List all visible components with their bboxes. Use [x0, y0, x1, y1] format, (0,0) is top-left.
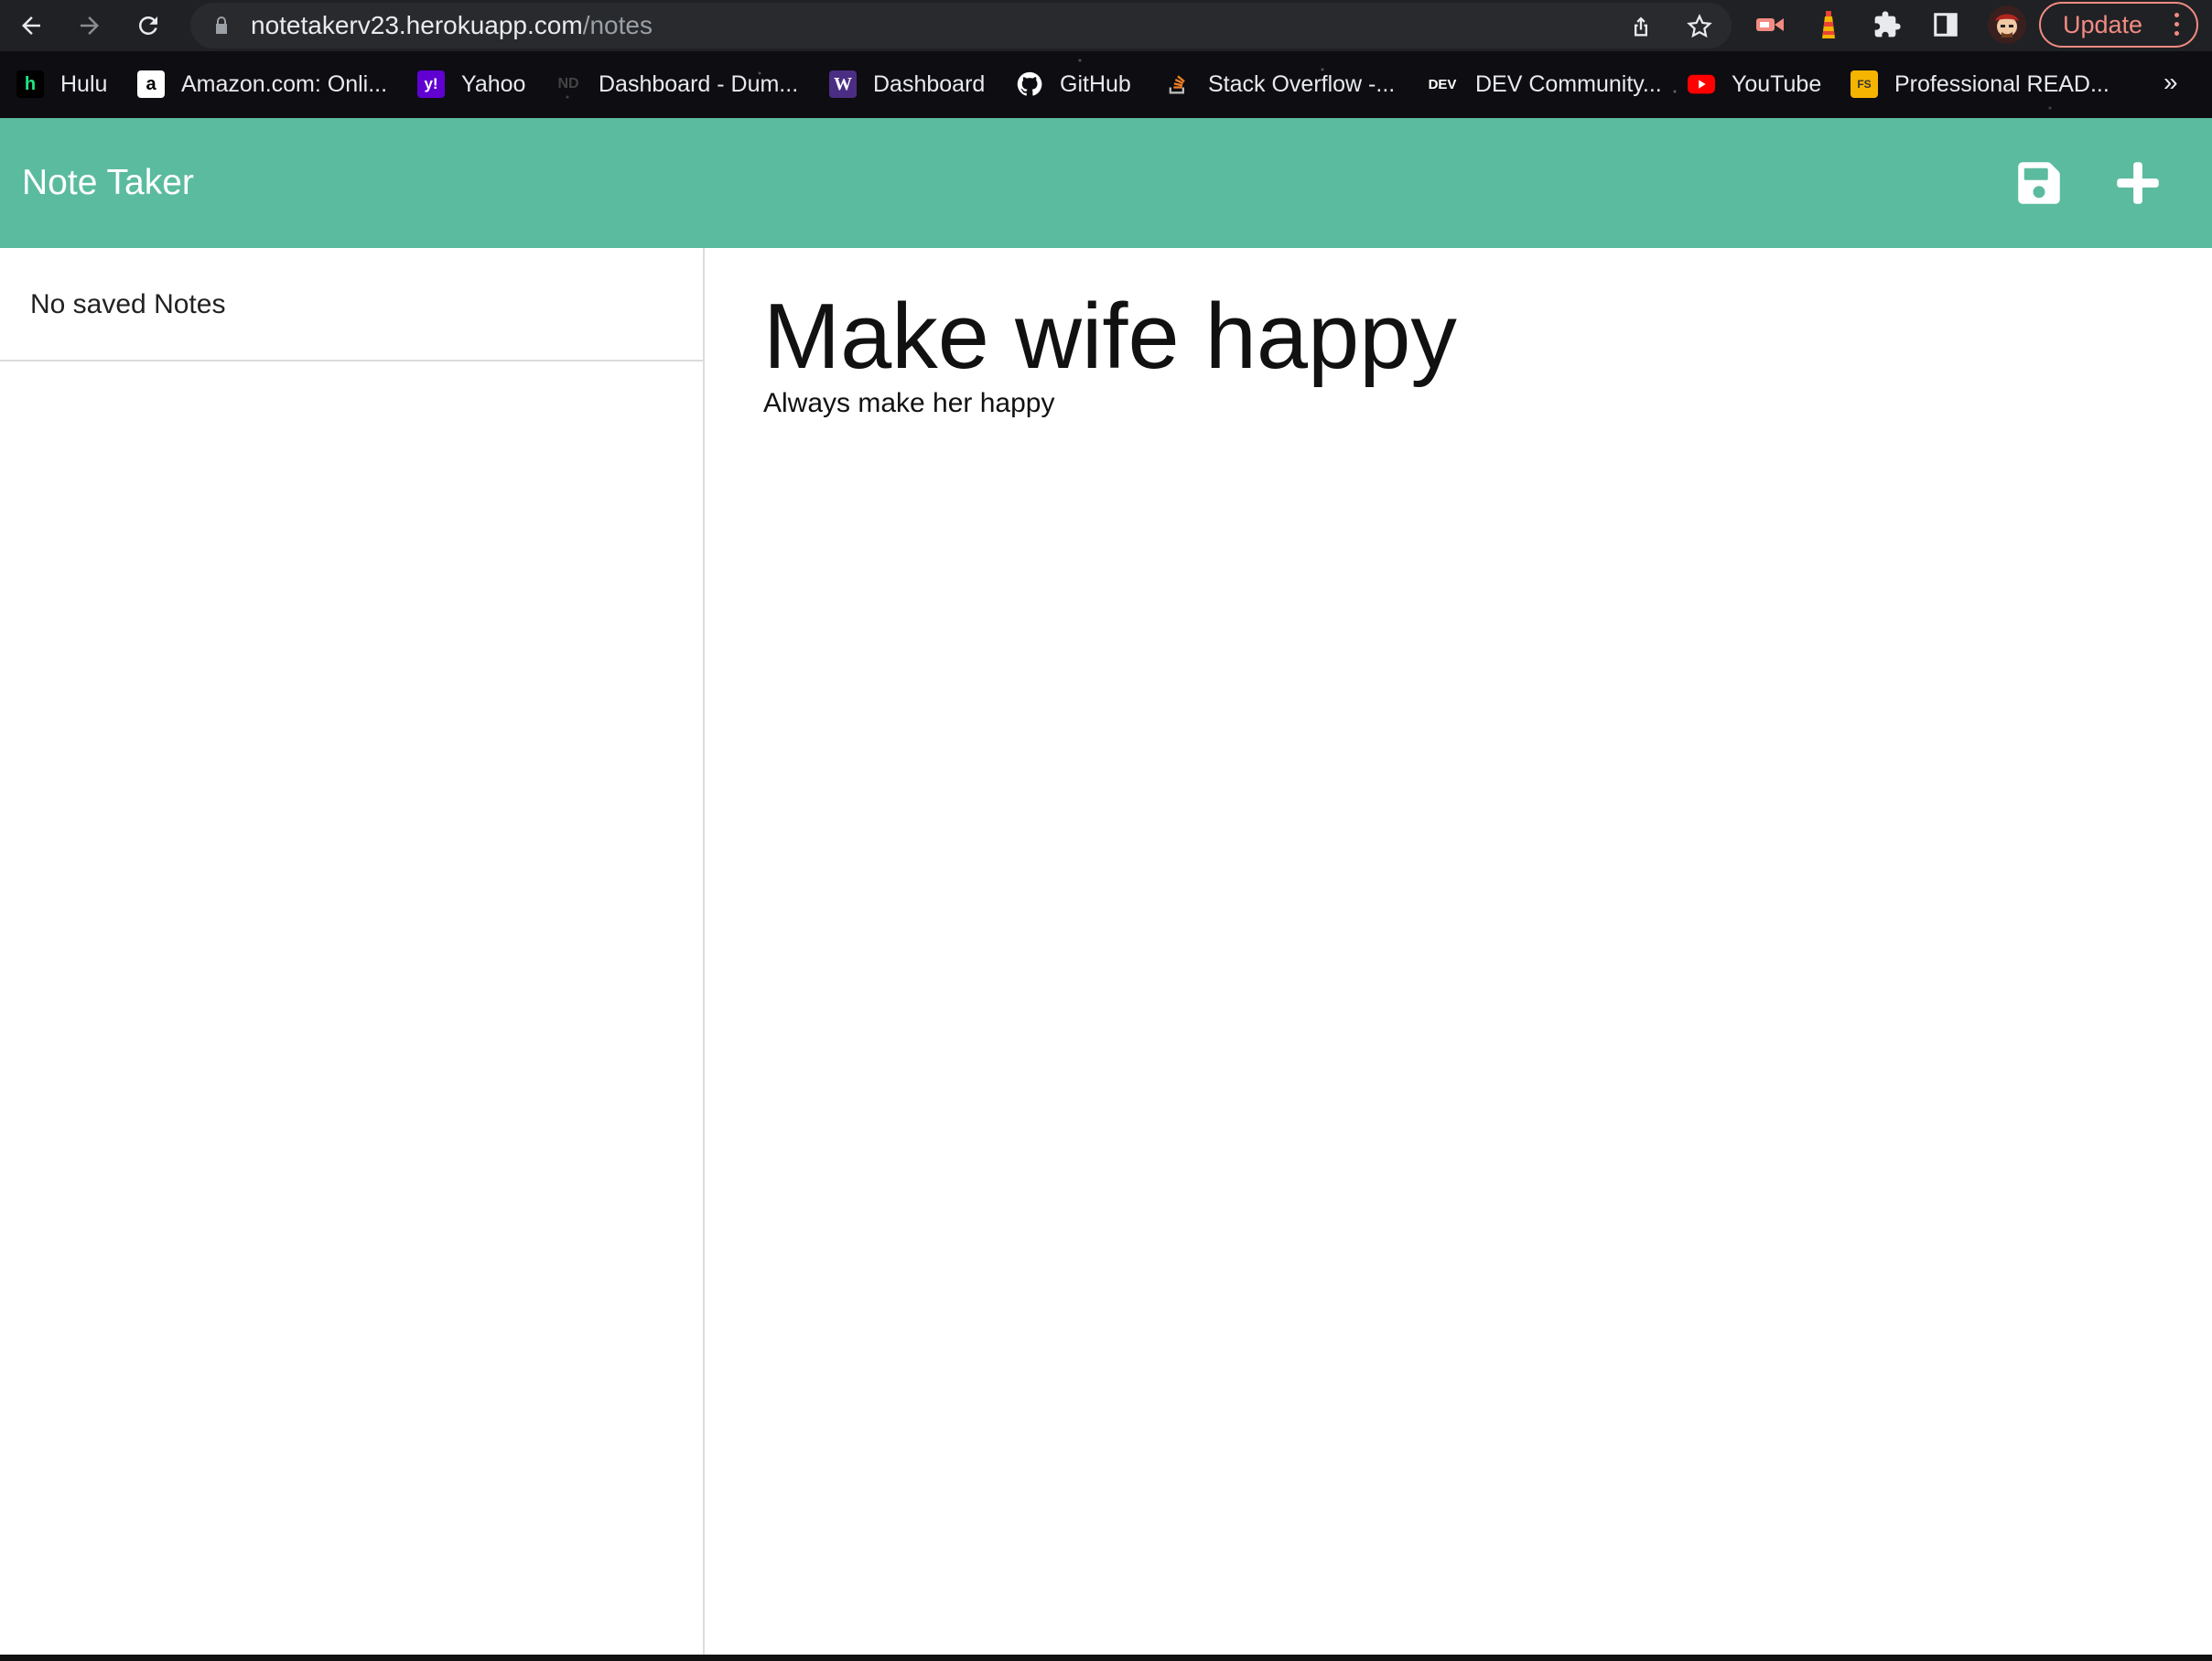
amazon-icon: a — [137, 70, 165, 98]
note-text-area[interactable]: Always make her happy — [763, 383, 2136, 750]
back-arrow-icon — [22, 16, 40, 35]
bookmark-label: Stack Overflow -... — [1208, 70, 1396, 97]
update-label: Update — [2063, 11, 2143, 38]
dev-icon: DEV — [1428, 76, 1457, 92]
yahoo-icon: y! — [417, 70, 445, 98]
nd-icon: ND — [557, 76, 579, 92]
bookmark-label: Professional READ... — [1894, 70, 2109, 97]
back-button[interactable] — [11, 5, 51, 46]
bookmark-label: YouTube — [1732, 70, 1822, 97]
fs-icon: FS — [1851, 70, 1878, 98]
reload-icon — [139, 16, 157, 35]
lighthouse-icon — [1822, 11, 1835, 38]
empty-notes-item: No saved Notes — [0, 248, 703, 361]
bookmark-star-button[interactable] — [1686, 13, 1713, 40]
bookmarks-overflow-button[interactable]: » — [2163, 68, 2178, 97]
app-title[interactable]: Note Taker — [22, 118, 194, 248]
share-button[interactable] — [1627, 13, 1655, 40]
bookmark-github[interactable]: GitHub — [1016, 66, 1131, 102]
bookmark-yahoo[interactable]: y! Yahoo — [417, 66, 525, 102]
bookmark-amazon[interactable]: a Amazon.com: Onli... — [137, 66, 387, 102]
bookmark-stack-overflow[interactable]: Stack Overflow -... — [1164, 66, 1395, 102]
notes-sidebar: No saved Notes — [0, 248, 705, 1655]
forward-arrow-icon — [81, 16, 99, 35]
bookmark-label: Hulu — [60, 70, 108, 97]
bookmark-youtube[interactable]: YouTube — [1688, 66, 1821, 102]
bookmark-label: Yahoo — [461, 70, 526, 97]
app-header: Note Taker — [0, 118, 2212, 248]
lock-icon — [216, 16, 227, 34]
extension-screencast-button[interactable] — [1753, 8, 1786, 41]
kebab-menu-icon — [2174, 13, 2180, 37]
extension-lighthouse-button[interactable] — [1812, 8, 1845, 41]
bookmark-professional-readme[interactable]: FS Professional READ... — [1851, 66, 2109, 102]
uw-icon: W — [829, 70, 857, 98]
bookmark-label: GitHub — [1060, 70, 1131, 97]
bookmark-label: DEV Community... — [1475, 70, 1662, 97]
bookmark-hulu[interactable]: h Hulu — [16, 66, 107, 102]
side-panel-button[interactable] — [1929, 8, 1962, 41]
profile-avatar-button[interactable] — [1986, 4, 2028, 46]
youtube-icon — [1688, 70, 1715, 98]
address-bar[interactable]: notetakerv23.herokuapp.com/notes — [190, 3, 1732, 49]
bookmark-label: Dashboard - Dum... — [599, 70, 799, 97]
star-icon — [1687, 14, 1712, 38]
bookmark-dashboard-dum[interactable]: ND Dashboard - Dum... — [555, 66, 798, 102]
bookmark-dev-community[interactable]: DEV DEV Community... — [1426, 66, 1662, 102]
bookmarks-bar: h Hulu a Amazon.com: Onli... y! Yahoo ND… — [0, 51, 2212, 118]
bookmark-dashboard[interactable]: W Dashboard — [829, 66, 985, 102]
note-editor: Always make her happy — [705, 248, 2212, 1655]
github-icon — [1016, 70, 1043, 98]
camera-extension-icon — [1756, 18, 1784, 31]
url-path: /notes — [582, 11, 653, 39]
reload-button[interactable] — [128, 5, 168, 46]
url-host: notetakerv23.herokuapp.com — [251, 11, 583, 39]
url-text: notetakerv23.herokuapp.com/notes — [251, 3, 653, 49]
save-icon[interactable] — [2015, 159, 2063, 207]
update-button[interactable]: Update — [2039, 2, 2198, 48]
profile-avatar-icon — [1988, 5, 2026, 44]
bottom-edge — [0, 1655, 2212, 1661]
bookmark-label: Dashboard — [873, 70, 986, 97]
bookmark-label: Amazon.com: Onli... — [181, 70, 388, 97]
share-icon — [1635, 16, 1647, 37]
browser-toolbar: notetakerv23.herokuapp.com/notes Update — [0, 0, 2212, 51]
forward-button[interactable] — [70, 5, 110, 46]
puzzle-icon — [1874, 11, 1901, 38]
hulu-icon: h — [16, 70, 44, 98]
extensions-button[interactable] — [1871, 8, 1904, 41]
side-panel-icon — [1934, 13, 1958, 37]
plus-icon[interactable] — [2114, 159, 2162, 207]
stack-overflow-icon — [1164, 70, 1192, 98]
